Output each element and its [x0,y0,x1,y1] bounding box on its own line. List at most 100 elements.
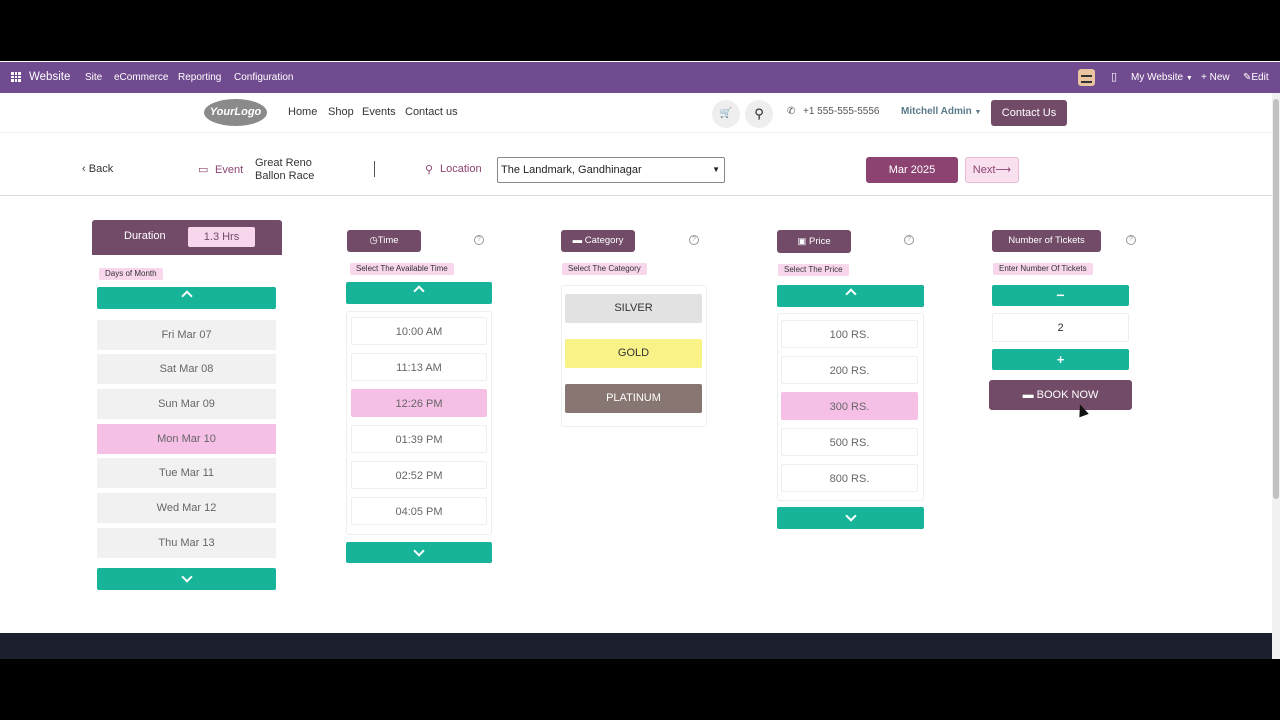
scrollbar[interactable] [1272,93,1280,659]
month-button[interactable]: Mar 2025 [866,157,958,183]
website-selector-label: My Website [1131,72,1184,83]
menu-ecommerce[interactable]: eCommerce [114,62,168,93]
category-sublabel: Select The Category [562,263,647,275]
chevron-down-icon [180,571,193,583]
day-item[interactable]: Tue Mar 11 [97,458,276,488]
time-slot[interactable]: 02:52 PM [351,461,487,489]
new-button[interactable]: + New [1201,62,1230,93]
event-label: Event [215,164,244,176]
day-item-selected[interactable]: Mon Mar 10 [97,424,276,454]
phone-number[interactable]: +1 555-555-5556 [803,106,879,117]
nav-home[interactable]: Home [288,106,317,118]
location-value: The Landmark, Gandhinagar [501,164,642,176]
days-scroll-up-button[interactable] [97,287,276,309]
duration-value: 1.3 Hrs [188,227,255,247]
help-icon[interactable]: ? [474,235,484,245]
chevron-left-icon: ‹ [82,163,86,175]
category-gold[interactable]: GOLD [565,339,702,368]
help-icon[interactable]: ? [1126,235,1136,245]
browser-viewport: Website Site eCommerce Reporting Configu… [0,61,1280,659]
book-now-button[interactable]: ▬ BOOK NOW [989,380,1132,410]
tickets-header: Number of Tickets [992,230,1101,252]
chevron-up-icon [180,290,193,302]
user-menu[interactable]: Mitchell Admin ▼ [901,106,981,117]
time-scroll-up-button[interactable] [346,282,492,304]
price-option[interactable]: 800 RS. [781,464,918,492]
decrease-quantity-button[interactable]: − [992,285,1129,306]
help-icon[interactable]: ? [689,235,699,245]
price-scroll-up-button[interactable] [777,285,924,307]
edit-label: Edit [1251,72,1269,83]
category-platinum[interactable]: PLATINUM [565,384,702,413]
day-item[interactable]: Sun Mar 09 [97,389,276,419]
ticket-quantity-input[interactable]: 2 [992,313,1129,342]
scrollbar-thumb[interactable] [1273,99,1279,499]
menu-configuration[interactable]: Configuration [234,62,293,93]
site-logo[interactable]: YourLogo [204,99,267,126]
next-button[interactable]: Next⟶ [965,157,1019,183]
back-link[interactable]: ‹ Back [82,163,113,175]
day-item[interactable]: Fri Mar 07 [97,320,276,350]
duration-label: Duration [124,230,166,242]
user-avatar[interactable] [1078,69,1095,86]
time-slot[interactable]: 10:00 AM [351,317,487,345]
time-sublabel: Select The Available Time [350,263,454,275]
price-option[interactable]: 100 RS. [781,320,918,348]
app-name[interactable]: Website [29,62,70,93]
website-selector[interactable]: My Website ▼ [1131,62,1193,93]
contact-us-button[interactable]: Contact Us [991,100,1067,126]
menu-reporting[interactable]: Reporting [178,62,221,93]
chevron-up-icon [844,288,857,300]
edit-button[interactable]: ✎Edit [1243,62,1269,93]
time-label: Time [377,235,399,246]
time-slot[interactable]: 01:39 PM [351,425,487,453]
nav-contact[interactable]: Contact us [405,106,458,118]
time-scroll-down-button[interactable] [346,542,492,563]
user-name: Mitchell Admin [901,106,972,117]
admin-bar: Website Site eCommerce Reporting Configu… [0,62,1280,93]
event-name-line1: Great Reno [255,157,312,169]
footer [0,633,1272,659]
phone-icon: ✆ [787,106,796,117]
divider [374,161,375,177]
search-icon[interactable]: ⚲ [745,100,773,128]
help-icon[interactable]: ? [904,235,914,245]
ticket-icon: ▬ [1022,389,1034,401]
caret-down-icon: ▼ [974,109,982,116]
time-slot[interactable]: 11:13 AM [351,353,487,381]
back-label: Back [88,163,114,175]
price-header: ▣ Price [777,230,851,253]
chevron-up-icon [413,285,425,297]
cart-icon[interactable]: 🛒 [712,100,740,128]
arrow-right-icon: ⟶ [995,164,1012,176]
day-item[interactable]: Thu Mar 13 [97,528,276,558]
nav-events[interactable]: Events [362,106,396,118]
price-scroll-down-button[interactable] [777,507,924,529]
price-label: Price [808,236,831,247]
menu-site[interactable]: Site [85,62,102,93]
price-option[interactable]: 200 RS. [781,356,918,384]
category-silver[interactable]: SILVER [565,294,702,323]
time-header: ◷Time [347,230,421,252]
category-label: Category [584,235,624,246]
day-item[interactable]: Sat Mar 08 [97,354,276,384]
chevron-down-icon [844,510,857,522]
price-option-selected[interactable]: 300 RS. [781,392,918,420]
price-option[interactable]: 500 RS. [781,428,918,456]
day-item[interactable]: Wed Mar 12 [97,493,276,523]
category-header: ▬ Category [561,230,635,252]
location-label: Location [440,163,482,175]
location-select[interactable]: The Landmark, Gandhinagar ▼ [497,157,725,183]
time-slot-selected[interactable]: 12:26 PM [351,389,487,417]
event-name-line2: Ballon Race [255,170,315,182]
time-slot[interactable]: 04:05 PM [351,497,487,525]
nav-shop[interactable]: Shop [328,106,354,118]
days-scroll-down-button[interactable] [97,568,276,590]
price-sublabel: Select The Price [778,264,849,276]
mobile-preview-icon[interactable]: ▯ [1111,62,1117,93]
ticket-icon: ▬ [572,235,583,246]
apps-grid-icon[interactable] [11,72,21,82]
increase-quantity-button[interactable]: + [992,349,1129,370]
site-header: YourLogo Home Shop Events Contact us 🛒 ⚲… [0,93,1272,133]
tickets-sublabel: Enter Number Of Tickets [993,263,1093,275]
